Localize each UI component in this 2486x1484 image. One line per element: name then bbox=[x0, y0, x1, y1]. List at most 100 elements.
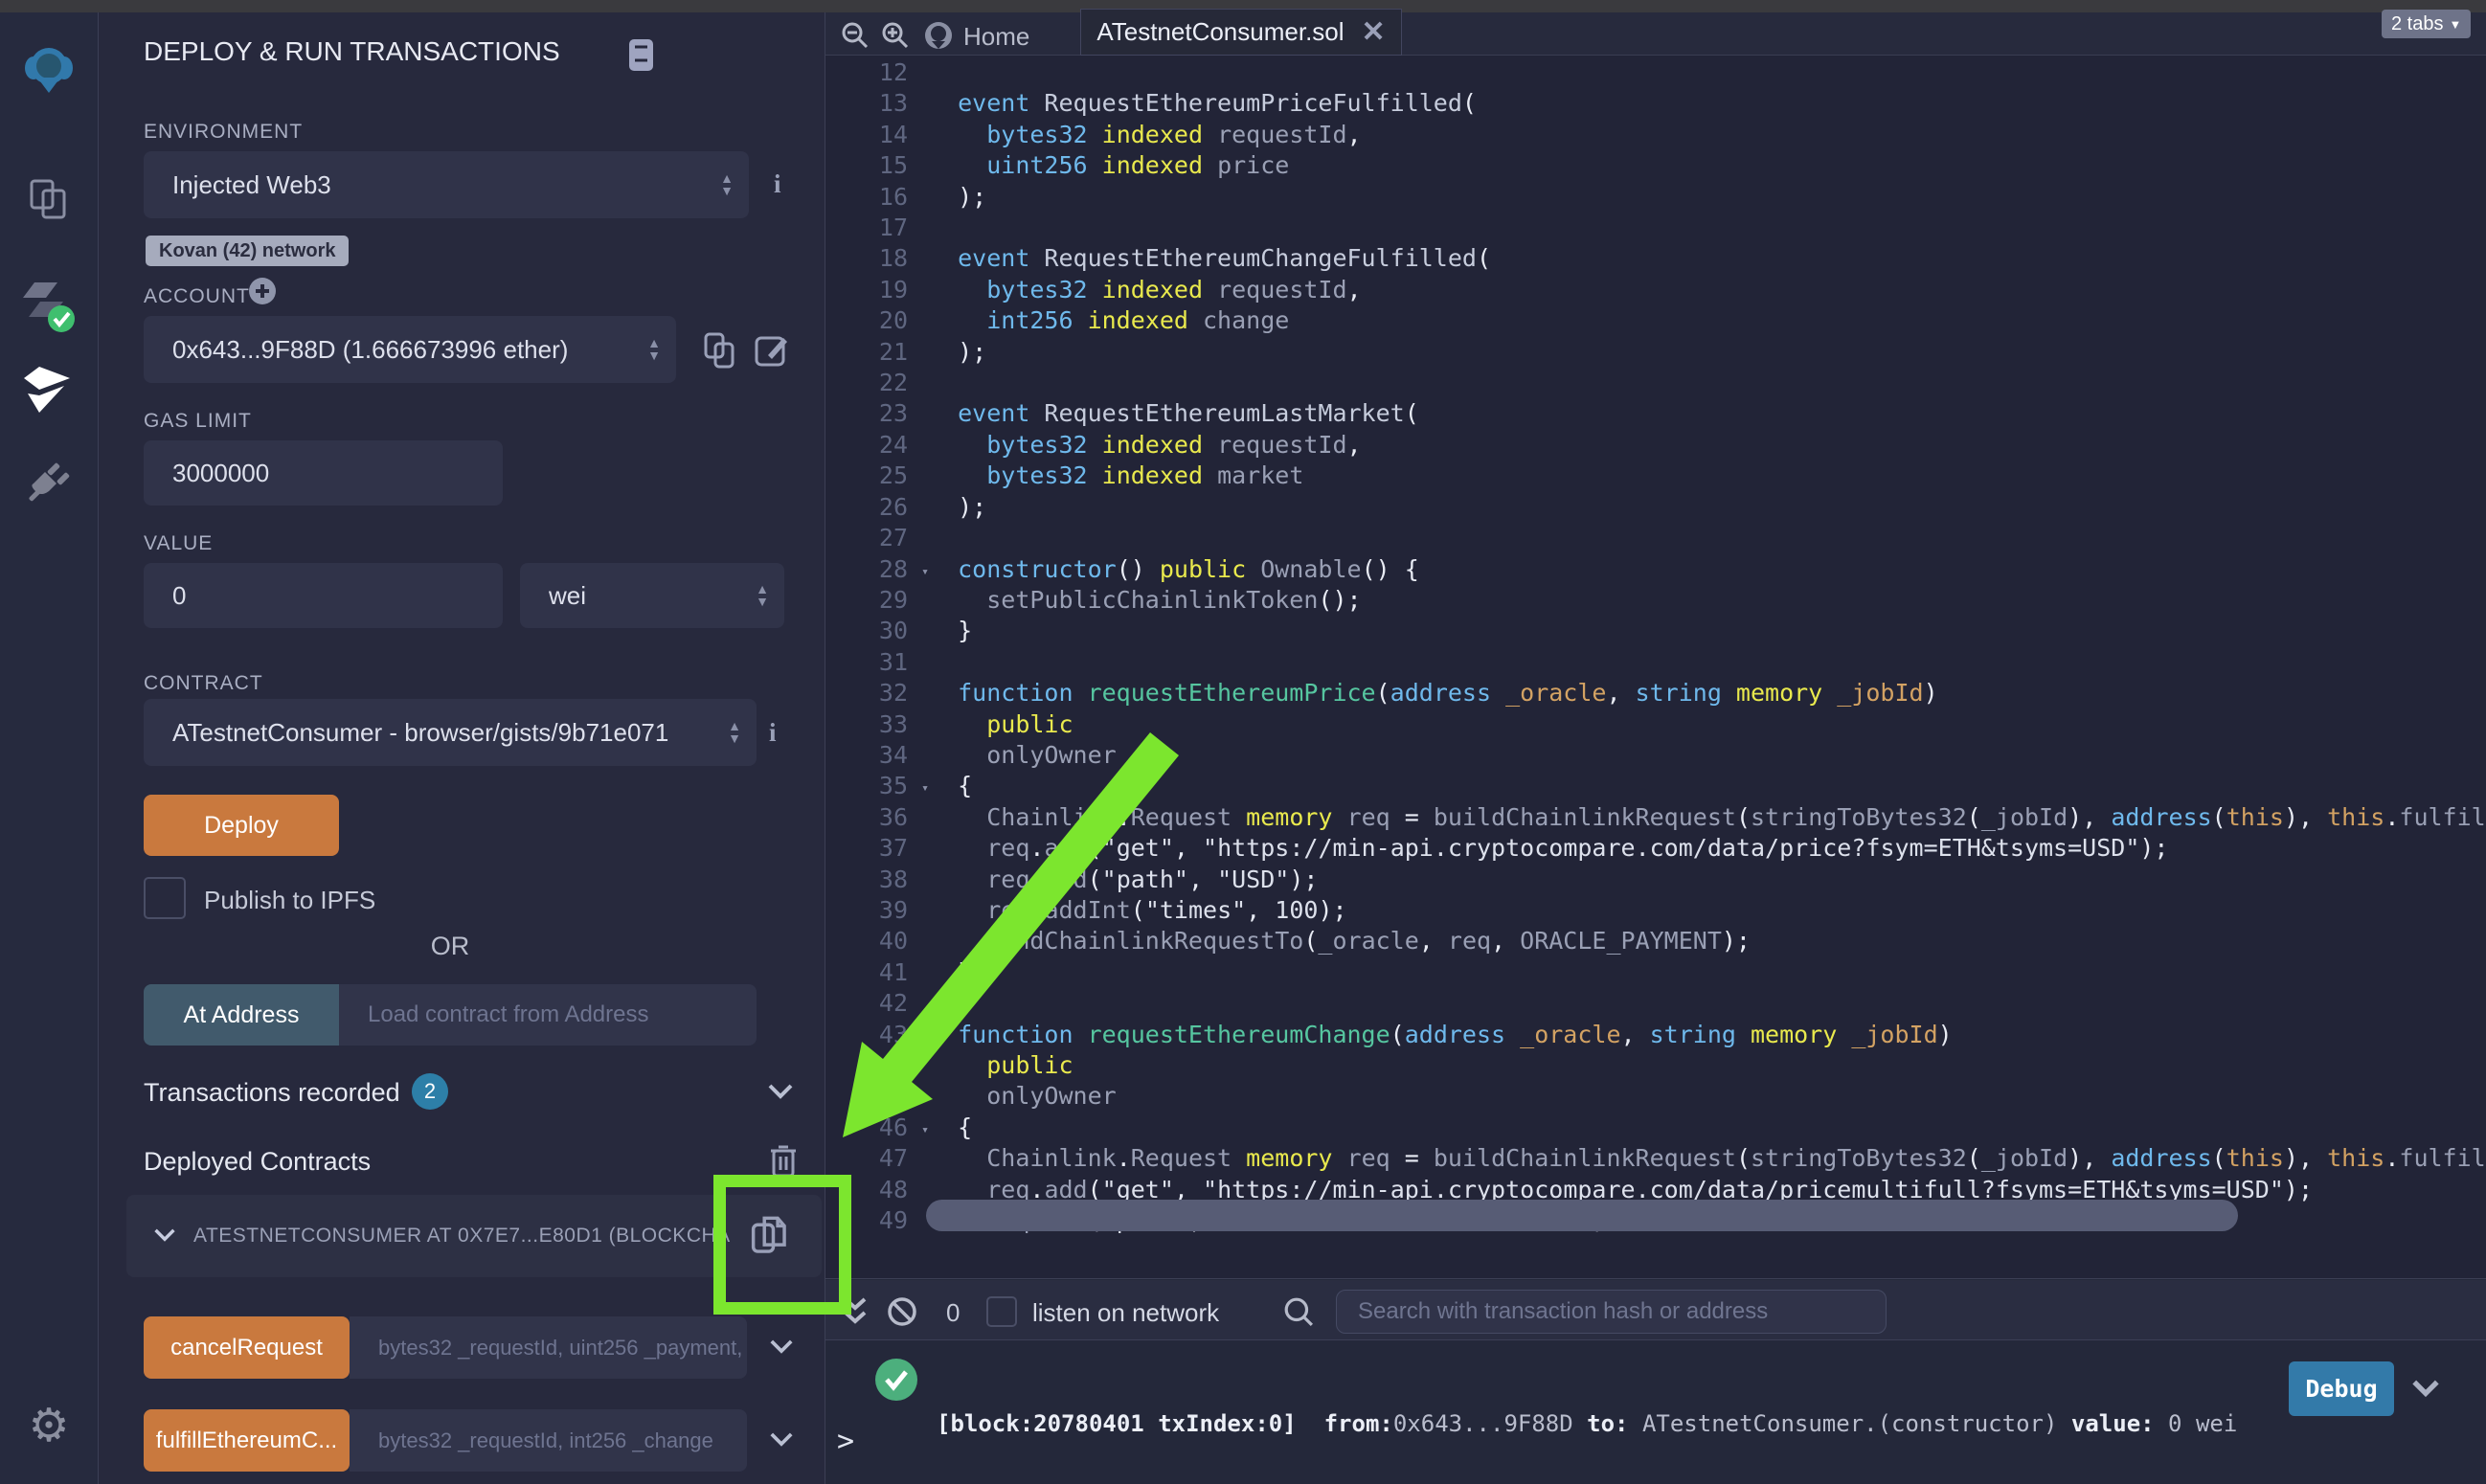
at-address-button[interactable]: At Address bbox=[144, 984, 339, 1046]
tabs-count-pill[interactable]: 2 tabs ▼ bbox=[2382, 10, 2471, 38]
environment-label: ENVIRONMENT bbox=[144, 121, 303, 144]
code-line[interactable]: 43 function requestEthereumChange(addres… bbox=[825, 1020, 2486, 1050]
settings-gear-icon[interactable]: ⚙ bbox=[0, 1399, 98, 1452]
code-line[interactable]: 20 int256 indexed change bbox=[825, 305, 2486, 336]
code-line[interactable]: 37 req.add("get", "https://min-api.crypt… bbox=[825, 833, 2486, 864]
code-line[interactable]: 41 } bbox=[825, 957, 2486, 988]
code-line[interactable]: 15 uint256 indexed price bbox=[825, 150, 2486, 181]
terminal-search-icon[interactable] bbox=[1283, 1296, 1314, 1327]
code-line[interactable]: 26 ); bbox=[825, 492, 2486, 523]
home-tab[interactable]: Home bbox=[963, 22, 1029, 52]
code-line[interactable]: 47 Chainlink.Request memory req = buildC… bbox=[825, 1143, 2486, 1174]
code-line[interactable]: 35▾ { bbox=[825, 771, 2486, 801]
value-unit-select[interactable]: wei ▲▼ bbox=[520, 563, 784, 628]
code-line[interactable]: 19 bytes32 indexed requestId, bbox=[825, 275, 2486, 305]
code-line[interactable]: 22 bbox=[825, 368, 2486, 398]
expand-tx-icon[interactable] bbox=[2411, 1379, 2440, 1398]
code-line[interactable]: 45 onlyOwner bbox=[825, 1081, 2486, 1112]
publish-ipfs-checkbox[interactable] bbox=[144, 877, 186, 919]
horizontal-scrollbar[interactable] bbox=[926, 1200, 2238, 1231]
terminal-prompt[interactable]: > bbox=[837, 1425, 854, 1458]
code-line[interactable]: 16 ); bbox=[825, 182, 2486, 213]
code-line[interactable]: 32 function requestEthereumPrice(address… bbox=[825, 678, 2486, 708]
code-line[interactable]: 46▾ { bbox=[825, 1113, 2486, 1143]
terminal-search-input[interactable]: Search with transaction hash or address bbox=[1336, 1290, 1887, 1334]
line-number: 39 bbox=[825, 895, 908, 926]
code-line[interactable]: 40 sendChainlinkRequestTo(_oracle, req, … bbox=[825, 926, 2486, 956]
code-line[interactable]: 13 event RequestEthereumPriceFulfilled( bbox=[825, 88, 2486, 119]
zoom-out-icon[interactable] bbox=[841, 21, 870, 50]
clear-terminal-icon[interactable] bbox=[887, 1296, 917, 1327]
panel-title-icon bbox=[628, 38, 654, 72]
expand-args-icon[interactable] bbox=[769, 1431, 794, 1448]
deploy-button[interactable]: Deploy bbox=[144, 795, 339, 856]
deploy-run-icon[interactable] bbox=[0, 365, 98, 415]
clear-contracts-trash-icon[interactable] bbox=[769, 1144, 798, 1179]
solidity-compiler-icon[interactable] bbox=[0, 279, 98, 338]
code-line[interactable]: 34 onlyOwner bbox=[825, 740, 2486, 771]
code-text: constructor() public Ownable() { bbox=[929, 554, 1419, 585]
code-line[interactable]: 38 req.add("path", "USD"); bbox=[825, 865, 2486, 895]
copy-account-icon[interactable] bbox=[704, 332, 736, 369]
publish-ipfs-label: Publish to IPFS bbox=[204, 886, 375, 915]
code-line[interactable]: 39 req.addInt("times", 100); bbox=[825, 895, 2486, 926]
code-line[interactable]: 42 bbox=[825, 988, 2486, 1019]
code-line[interactable]: 36 Chainlink.Request memory req = buildC… bbox=[825, 802, 2486, 833]
zoom-in-icon[interactable] bbox=[881, 21, 910, 50]
close-tab-icon[interactable]: ✕ bbox=[1362, 15, 1386, 49]
code-line[interactable]: 14 bytes32 indexed requestId, bbox=[825, 120, 2486, 150]
fold-icon[interactable]: ▾ bbox=[921, 774, 929, 804]
code-line[interactable]: 12 bbox=[825, 57, 2486, 88]
value-input[interactable]: 0 bbox=[144, 563, 503, 628]
contract-info-icon[interactable]: i bbox=[769, 718, 777, 748]
fold-icon[interactable]: ▾ bbox=[921, 1115, 929, 1146]
fulfillethereumc-args-input[interactable]: bytes32 _requestId, int256 _change bbox=[350, 1409, 747, 1472]
code-line[interactable]: 44 public bbox=[825, 1050, 2486, 1081]
active-tab[interactable]: ATestnetConsumer.sol ✕ bbox=[1080, 9, 1402, 56]
code-text: ); bbox=[929, 492, 986, 523]
debug-button[interactable]: Debug bbox=[2289, 1361, 2394, 1416]
fold-icon[interactable]: ▾ bbox=[921, 557, 929, 588]
code-editor[interactable]: 1213 event RequestEthereumPriceFulfilled… bbox=[825, 56, 2486, 1278]
tx-log[interactable]: [block:20780401 txIndex:0] from:0x643...… bbox=[937, 1342, 2237, 1484]
cancelrequest-button[interactable]: cancelRequest bbox=[144, 1316, 350, 1379]
line-number: 18 bbox=[825, 243, 908, 274]
environment-info-icon[interactable]: i bbox=[774, 169, 781, 199]
add-account-icon[interactable] bbox=[248, 277, 277, 305]
select-stepper-icon: ▲▼ bbox=[647, 337, 661, 362]
code-line[interactable]: 29 setPublicChainlinkToken(); bbox=[825, 585, 2486, 616]
remix-logo-icon[interactable] bbox=[0, 43, 98, 97]
cancelrequest-args-input[interactable]: bytes32 _requestId, uint256 _payment, b bbox=[350, 1316, 747, 1379]
gas-limit-input[interactable]: 3000000 bbox=[144, 440, 503, 506]
listen-on-network-checkbox[interactable] bbox=[986, 1296, 1017, 1327]
code-line[interactable]: 17 bbox=[825, 213, 2486, 243]
file-explorer-icon[interactable] bbox=[0, 177, 98, 223]
code-line[interactable]: 18 event RequestEthereumChangeFulfilled( bbox=[825, 243, 2486, 274]
code-line[interactable]: 24 bytes32 indexed requestId, bbox=[825, 430, 2486, 461]
edit-account-icon[interactable] bbox=[755, 332, 789, 367]
transactions-collapse-icon[interactable] bbox=[767, 1083, 794, 1100]
expand-args-icon[interactable] bbox=[769, 1338, 794, 1355]
line-number: 26 bbox=[825, 492, 908, 523]
code-text: { bbox=[929, 1113, 972, 1143]
contract-select[interactable]: ATestnetConsumer - browser/gists/9b71e07… bbox=[144, 699, 757, 766]
code-line[interactable]: 23 event RequestEthereumLastMarket( bbox=[825, 398, 2486, 429]
contract-expand-icon[interactable] bbox=[153, 1227, 176, 1243]
code-line[interactable]: 31 bbox=[825, 647, 2486, 678]
code-line[interactable]: 33 public bbox=[825, 709, 2486, 740]
code-text: onlyOwner bbox=[929, 1081, 1117, 1112]
environment-select[interactable]: Injected Web3 ▲▼ bbox=[144, 151, 749, 218]
plugin-manager-icon[interactable] bbox=[0, 455, 98, 505]
code-line[interactable]: 28▾ constructor() public Ownable() { bbox=[825, 554, 2486, 585]
at-address-input[interactable]: Load contract from Address bbox=[339, 984, 757, 1046]
code-line[interactable]: 21 ); bbox=[825, 337, 2486, 368]
code-line[interactable]: 30 } bbox=[825, 616, 2486, 646]
select-stepper-icon: ▲▼ bbox=[756, 583, 769, 608]
code-line[interactable]: 27 bbox=[825, 523, 2486, 553]
fulfillethereumc-button[interactable]: fulfillEthereumC... bbox=[144, 1409, 350, 1472]
code-line[interactable]: 25 bytes32 indexed market bbox=[825, 461, 2486, 491]
remix-ide-window: ⚙ DEPLOY & RUN TRANSACTIONS ENVIRONMENT … bbox=[0, 0, 2486, 1484]
code-text: req.addInt("times", 100); bbox=[929, 895, 1347, 926]
account-select[interactable]: 0x643...9F88D (1.666673996 ether) ▲▼ bbox=[144, 316, 676, 383]
home-tab-icon[interactable] bbox=[923, 20, 954, 51]
